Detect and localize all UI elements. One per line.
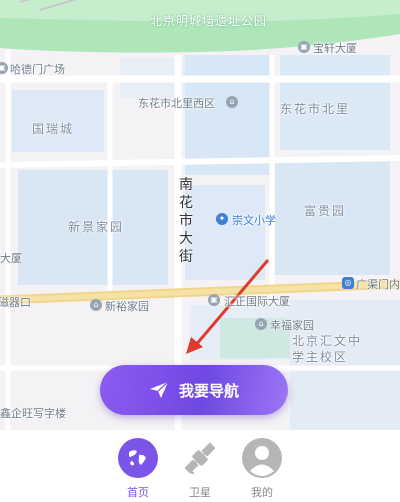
tab-satellite[interactable]: 卫星 [178, 438, 222, 502]
poi-huizheng[interactable]: 汇正国际大厦 [224, 293, 290, 309]
tab-home[interactable]: 首页 [116, 438, 160, 502]
tab-satellite-label: 卫星 [189, 486, 211, 499]
building-poi-icon: ▣ [208, 294, 220, 306]
home-poi-icon: ⌂ [90, 299, 102, 311]
tab-mine[interactable]: 我的 [240, 438, 284, 502]
profile-icon [242, 438, 282, 478]
poi-dasha[interactable]: 大厦 [0, 250, 22, 266]
home-poi-icon: ⌂ [226, 96, 238, 108]
building-poi-icon: ▣ [298, 41, 310, 53]
street-label: 南花市大街 [179, 177, 193, 265]
school-poi-icon: ✦ [216, 213, 228, 225]
poi-guangqumen[interactable]: 广渠门内 [356, 276, 400, 292]
poi-chongwen-school[interactable]: 崇文小学 [232, 212, 276, 228]
home-poi-icon: ⌂ [255, 318, 267, 330]
tab-home-label: 首页 [127, 486, 149, 499]
poi-ciqikou[interactable]: 磁器口 [0, 294, 31, 310]
satellite-icon [180, 438, 220, 478]
park-label: 北京明城墙遗址公园 [150, 14, 268, 28]
send-icon [149, 381, 169, 398]
area-huiwen-school: 北京汇文中学主校区 [292, 334, 363, 364]
area-dhs-beili: 东花市北里 [280, 102, 351, 116]
bottom-tab-bar: 首页 卫星 我的 [0, 430, 400, 502]
poi-hademen[interactable]: 哈德门广场 [10, 61, 65, 77]
area-fugui: 富贵园 [304, 204, 347, 218]
subway-poi-icon: ◎ [342, 277, 354, 289]
poi-dhs-beili-west[interactable]: 东花市北里西区 [138, 95, 215, 111]
poi-xinqiwang[interactable]: 鑫企旺写字楼 [0, 405, 66, 421]
globe-icon [118, 438, 158, 478]
area-xinjing: 新景家园 [68, 220, 125, 234]
poi-xingfu[interactable]: 幸福家园 [270, 317, 314, 333]
area-guoruicheng: 国瑞城 [32, 122, 75, 136]
poi-baoxuan[interactable]: 宝轩大厦 [313, 40, 357, 56]
poi-xinyu[interactable]: 新裕家园 [105, 298, 149, 314]
navigate-button-label: 我要导航 [178, 381, 239, 400]
tab-mine-label: 我的 [251, 486, 273, 499]
navigate-button[interactable]: 我要导航 [100, 365, 288, 415]
